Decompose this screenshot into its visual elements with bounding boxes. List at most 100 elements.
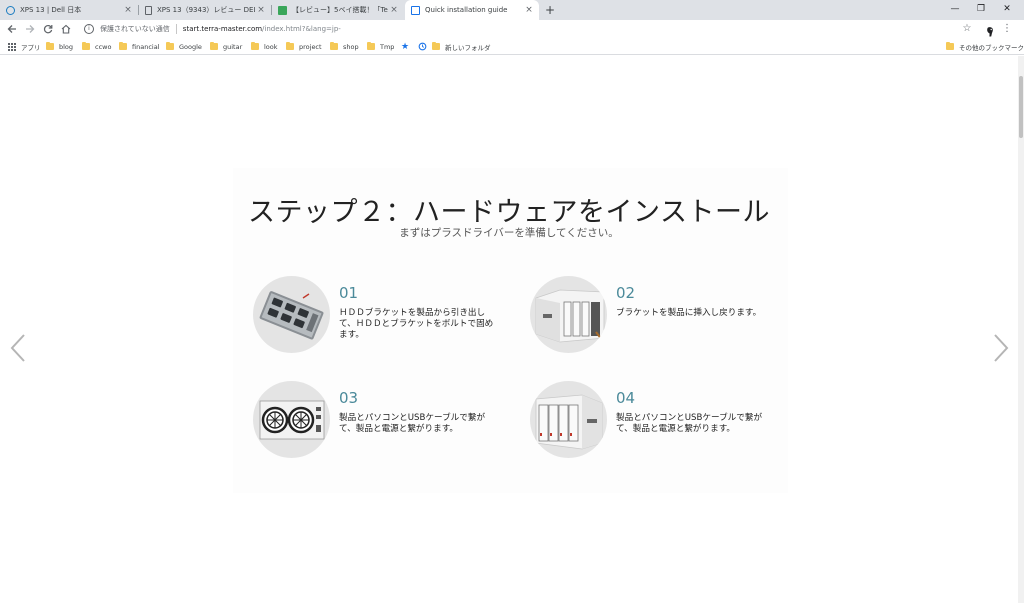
url-path: /index.html?&lang=jp- — [262, 25, 341, 33]
info-icon[interactable]: i — [84, 24, 94, 34]
url-host: start.terra-master.com — [182, 25, 263, 33]
scrollbar-thumb[interactable] — [1019, 76, 1023, 138]
tab-quick-installation[interactable]: Quick installation guide × — [405, 0, 539, 20]
minimize-button[interactable]: — — [942, 0, 968, 20]
bookmark-label: project — [299, 42, 322, 51]
page-subtitle: まずはプラスドライバーを準備してください。 — [399, 227, 619, 239]
bookmark-label: guitar — [223, 42, 243, 51]
bookmark-label: 新しいフォルダ — [445, 43, 491, 52]
document-icon — [145, 5, 152, 15]
folder-icon — [46, 42, 54, 50]
forward-button[interactable] — [23, 22, 37, 36]
folder-icon — [286, 42, 294, 50]
tab-title: 【レビュー】5ベイ搭載！「TerraMaster — [292, 6, 388, 14]
step-number: 01 — [339, 284, 359, 302]
folder-icon — [119, 42, 127, 50]
step-description: ブラケットを製品に挿入し戻ります。 — [616, 308, 762, 318]
step-description: ＨＤＤブラケットを製品から引き出して、ＨＤＤとブラケットをボルトで固めます。 — [339, 308, 494, 340]
close-window-button[interactable]: ✕ — [994, 0, 1020, 20]
browser-toolbar: i 保護されていない通信 start.terra-master.com/inde… — [0, 20, 1024, 38]
forward-arrow-icon — [26, 25, 35, 33]
step-number: 03 — [339, 389, 359, 407]
step-number: 02 — [616, 284, 636, 302]
page-scrollbar[interactable] — [1018, 56, 1024, 603]
star-icon: ★ — [401, 41, 410, 52]
page-icon — [411, 5, 420, 15]
address-divider — [175, 24, 177, 34]
folder-icon — [210, 42, 218, 50]
folder-icon — [82, 42, 90, 50]
folder-icon — [166, 42, 174, 50]
nas-front-insert-image — [530, 276, 607, 353]
bookmark-financial[interactable]: financial — [119, 41, 160, 52]
tab-xps-review[interactable]: XPS 13（9343）レビュー DELLパソコン × — [139, 0, 272, 20]
green-site-icon — [278, 5, 287, 15]
apps-grid-icon — [8, 42, 16, 51]
step-number: 04 — [616, 389, 636, 407]
bookmark-google[interactable]: Google — [166, 41, 202, 52]
step-02: 02 ブラケットを製品に挿入し戻ります。 — [530, 276, 790, 356]
bookmark-new-folder[interactable]: 新しいフォルダ — [432, 41, 491, 52]
bookmark-star-icon[interactable]: ☆ — [961, 22, 973, 36]
tab-terramaster-review[interactable]: 【レビュー】5ベイ搭載！「TerraMaster × — [272, 0, 404, 20]
bookmark-shop[interactable]: shop — [330, 41, 359, 52]
step-description: 製品とパソコンとUSBケーブルで繋がて、製品と電源と繋がります。 — [339, 413, 486, 434]
hdd-bracket-image — [253, 276, 330, 353]
folder-icon — [367, 42, 375, 50]
bookmark-label: Google — [179, 42, 202, 51]
bookmark-label: shop — [343, 42, 359, 51]
bookmark-tmp[interactable]: Tmp — [367, 41, 394, 52]
tab-title: XPS 13 | Dell 日本 — [20, 6, 82, 14]
nas-rear-fans-image — [253, 381, 330, 458]
folder-icon — [251, 42, 259, 50]
bookmark-label: blog — [59, 42, 74, 51]
bookmark-history[interactable] — [418, 41, 427, 52]
bookmark-look[interactable]: look — [251, 41, 278, 52]
bookmark-starred[interactable]: ★ — [401, 41, 409, 52]
tab-dell[interactable]: XPS 13 | Dell 日本 × — [0, 0, 139, 20]
bookmark-label: financial — [132, 42, 160, 51]
new-tab-button[interactable]: + — [543, 3, 557, 17]
bookmark-guitar[interactable]: guitar — [210, 41, 242, 52]
dell-icon — [6, 5, 15, 15]
folder-icon — [432, 42, 440, 50]
bookmark-label: look — [264, 42, 278, 51]
bookmark-apps[interactable]: アプリ — [8, 41, 41, 52]
browser-menu-icon[interactable]: ⋮ — [1002, 22, 1012, 36]
home-button[interactable] — [59, 22, 73, 36]
extension-icon[interactable] — [985, 23, 995, 37]
history-icon — [418, 42, 427, 51]
tab-close-icon[interactable]: × — [523, 5, 535, 15]
previous-arrow-icon[interactable] — [9, 333, 27, 363]
tab-title: XPS 13（9343）レビュー DELLパソコン — [157, 6, 255, 14]
folder-icon — [330, 42, 338, 50]
nas-front-full-image — [530, 381, 607, 458]
home-icon — [61, 24, 71, 34]
back-button[interactable] — [5, 22, 19, 36]
tab-strip: XPS 13 | Dell 日本 × XPS 13（9343）レビュー DELL… — [0, 0, 1024, 20]
step-01: 01 ＨＤＤブラケットを製品から引き出して、ＨＤＤとブラケットをボルトで固めます… — [253, 276, 513, 356]
tab-close-icon[interactable]: × — [255, 5, 267, 15]
bookmark-label: その他のブックマーク — [959, 43, 1024, 52]
tab-title: Quick installation guide — [425, 6, 508, 14]
bookmark-label: アプリ — [21, 43, 41, 52]
step-04: 04 製品とパソコンとUSBケーブルで繋がて、製品と電源と繋がります。 — [530, 381, 790, 461]
bookmarks-bar: アプリ blog ccwo financial Google guitar lo… — [0, 38, 1024, 55]
step-description: 製品とパソコンとUSBケーブルで繋がて、製品と電源と繋がります。 — [616, 413, 763, 434]
next-arrow-icon[interactable] — [992, 333, 1010, 363]
page-title: ステップ２：ハードウェアをインストール — [248, 197, 770, 228]
bookmark-ccwo[interactable]: ccwo — [82, 41, 111, 52]
folder-icon — [946, 42, 954, 50]
other-bookmarks[interactable]: その他のブックマーク — [946, 41, 1024, 52]
reload-icon — [43, 25, 53, 34]
tab-close-icon[interactable]: × — [388, 5, 400, 15]
bookmark-label: ccwo — [95, 42, 112, 51]
bookmark-blog[interactable]: blog — [46, 41, 73, 52]
reload-button[interactable] — [41, 22, 55, 36]
address-bar[interactable]: i 保護されていない通信 start.terra-master.com/inde… — [78, 21, 978, 37]
back-arrow-icon — [7, 25, 16, 33]
restore-button[interactable]: ❐ — [968, 0, 994, 20]
tab-close-icon[interactable]: × — [122, 5, 134, 15]
bookmark-project[interactable]: project — [286, 41, 322, 52]
bookmark-label: Tmp — [380, 42, 395, 51]
